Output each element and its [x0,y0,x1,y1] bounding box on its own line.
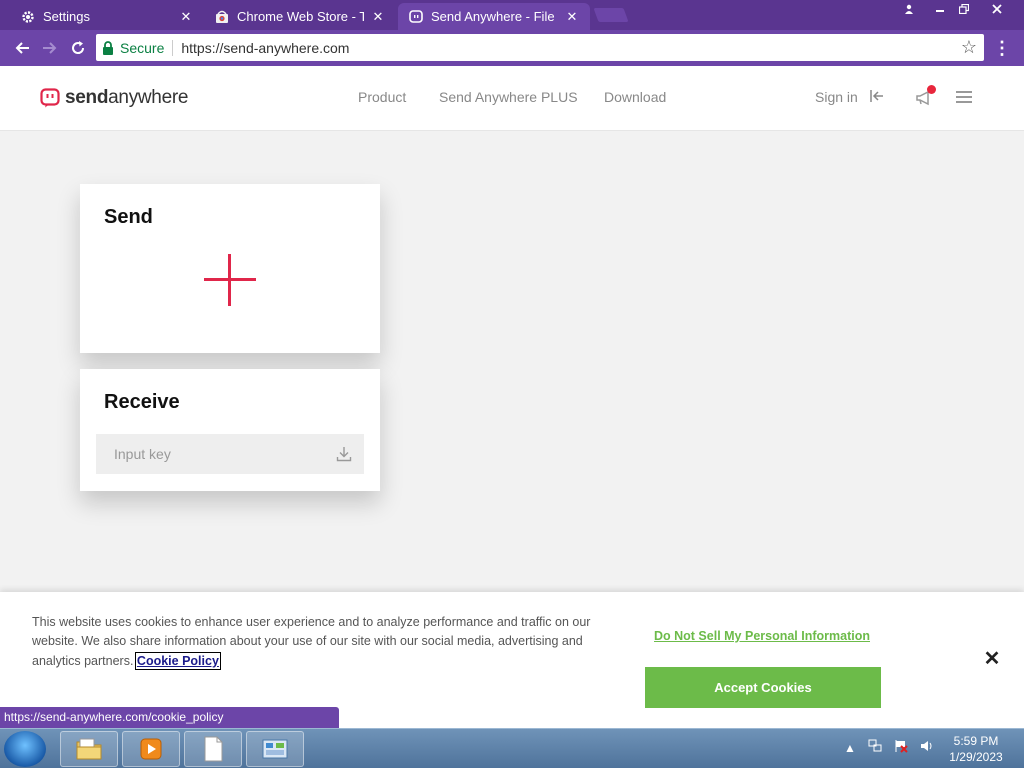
browser-toolbar: Secure https://send-anywhere.com ☆ ⋮ [0,30,1024,66]
user-profile-icon[interactable] [898,0,920,18]
network-icon[interactable] [868,739,882,756]
send-anywhere-icon [408,9,424,25]
reload-icon[interactable] [66,36,90,60]
sign-in-button[interactable]: Sign in [815,89,884,105]
media-player-icon [140,738,162,760]
document-icon [204,736,223,762]
tab-chrome-web-store[interactable]: Chrome Web Store - The ✕ [204,3,396,30]
tab-title: Settings [43,9,90,24]
action-center-flag-icon[interactable] [894,739,908,756]
close-icon[interactable]: ✕ [983,649,1001,669]
lock-icon [103,40,113,55]
show-hidden-icons-icon[interactable]: ▲ [844,741,856,755]
sign-in-icon [870,89,884,105]
status-bubble: https://send-anywhere.com/cookie_policy [0,707,339,728]
chrome-menu-icon[interactable]: ⋮ [992,36,1012,60]
new-tab-button[interactable] [593,8,629,22]
tab-settings[interactable]: Settings ✕ [10,3,204,30]
site-header: sendanywhere Product Send Anywhere PLUS … [0,66,1024,131]
address-bar[interactable]: Secure https://send-anywhere.com ☆ [96,34,984,61]
chrome-web-store-icon [214,9,230,25]
input-key-field[interactable]: Input key [96,434,364,474]
system-tray: ▲ [844,739,934,756]
file-explorer-taskbar-button[interactable] [60,731,118,767]
close-icon[interactable]: ✕ [564,9,580,25]
send-card: Send [80,184,380,353]
forward-arrow-icon[interactable] [38,36,62,60]
cookie-text: This website uses cookies to enhance use… [32,613,622,671]
nav-download[interactable]: Download [604,89,666,105]
bookmark-star-icon[interactable]: ☆ [960,38,978,56]
hamburger-menu-icon[interactable] [956,91,972,103]
close-icon[interactable]: ✕ [370,9,386,25]
window-close-button[interactable] [974,0,1020,18]
add-file-plus-icon[interactable] [204,254,256,306]
receive-card: Receive Input key [80,369,380,491]
send-title: Send [104,206,153,228]
document-taskbar-button[interactable] [184,731,242,767]
notification-badge [927,85,936,94]
url-text[interactable]: https://send-anywhere.com [181,40,349,56]
back-arrow-icon[interactable] [10,36,34,60]
gear-icon [20,9,36,25]
cookie-policy-link[interactable]: Cookie Policy [134,651,221,670]
browser-tab-strip: Settings ✕ Chrome Web Store - The ✕ Send… [0,0,1024,30]
control-panel-taskbar-button[interactable] [246,731,304,767]
minimize-button[interactable] [928,0,952,18]
divider [172,39,174,56]
logo-text: sendanywhere [65,87,188,109]
nav-send-anywhere-plus[interactable]: Send Anywhere PLUS [439,89,578,105]
windows-taskbar: ▲ 5:59 PM 1/29/2023 [0,728,1024,768]
send-anywhere-logo-icon [40,88,60,108]
volume-icon[interactable] [920,739,934,756]
tab-title: Send Anywhere - File tran [431,9,558,24]
sign-in-label: Sign in [815,89,858,105]
clock-time: 5:59 PM [953,734,999,748]
restore-button[interactable] [952,0,976,18]
tab-title: Chrome Web Store - The [237,9,364,24]
clock-date: 1/29/2023 [949,750,1003,764]
folder-icon [76,738,102,760]
accept-cookies-button[interactable]: Accept Cookies [645,667,881,708]
logo-text-anywhere: anywhere [108,87,189,108]
control-panel-icon [262,739,288,759]
secure-label: Secure [120,39,165,56]
receive-title: Receive [104,391,180,413]
logo-text-send: send [65,87,109,108]
close-icon[interactable]: ✕ [178,9,194,25]
nav-product[interactable]: Product [358,89,406,105]
media-player-taskbar-button[interactable] [122,731,180,767]
start-button[interactable] [4,731,46,767]
system-clock[interactable]: 5:59 PM 1/29/2023 [940,733,1012,765]
input-key-placeholder: Input key [114,446,171,462]
cookie-message: This website uses cookies to enhance use… [32,615,591,668]
download-icon[interactable] [336,446,352,462]
do-not-sell-link[interactable]: Do Not Sell My Personal Information [654,629,870,643]
send-anywhere-logo[interactable]: sendanywhere [40,86,188,110]
tab-send-anywhere[interactable]: Send Anywhere - File tran ✕ [398,3,590,30]
